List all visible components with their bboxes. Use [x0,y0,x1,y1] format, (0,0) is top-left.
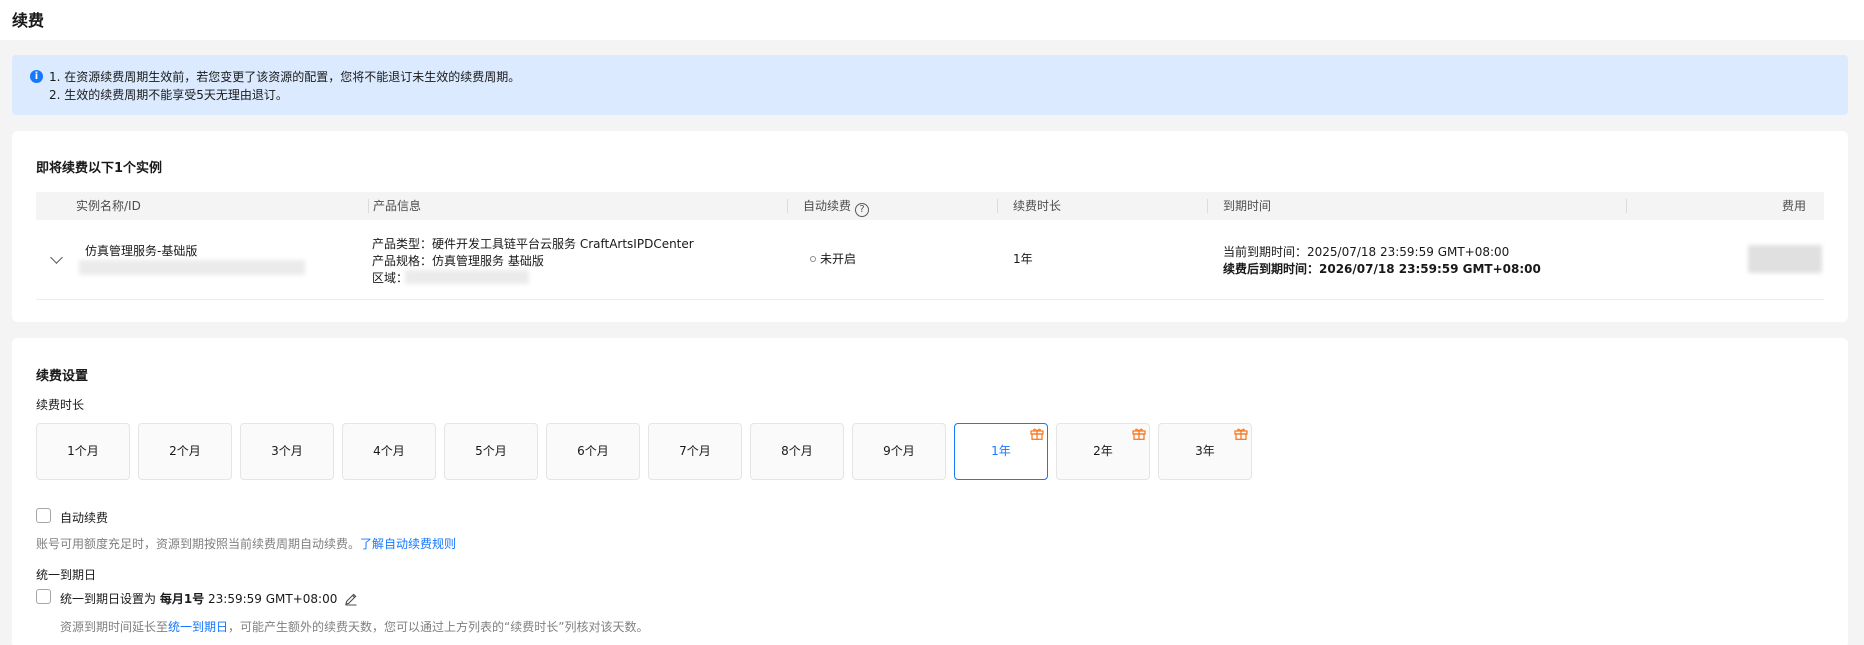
duration-option[interactable]: 3年 [1158,423,1252,480]
instances-title: 即将续费以下1个实例 [36,161,163,176]
duration-option[interactable]: 2年 [1056,423,1150,480]
product-type: 产品类型：硬件开发工具链平台云服务 CraftArtsIPDCenter [372,237,694,251]
unify-day: 每月1号 [159,592,205,606]
page-header: 续费 [0,0,1864,40]
col-divider [1626,199,1627,213]
unify-hint-prefix: 资源到期时间延长至 [60,620,169,634]
duration-option-label: 6个月 [577,444,609,458]
col-auto-renew: 自动续费? [803,192,870,220]
col-divider [787,199,788,213]
settings-card: 续费设置 续费时长 1个月 2个月 3个月 4个月 5个月 6个月 7个月 8个月 9个月 1年 2… [12,338,1848,645]
duration-option[interactable]: 8个月 [750,423,844,480]
unify-section-label: 统一到期日 [36,568,97,582]
unify-hint-suffix: ，可能产生额外的续费天数，您可以通过上方列表的“续费时长”列核对该天数。 [228,620,649,634]
col-divider [997,199,998,213]
duration-option[interactable]: 1年 [954,423,1048,480]
duration-option-label: 2个月 [169,444,201,458]
unify-prefix: 统一到期日设置为 [60,592,157,606]
duration-option-label: 8个月 [781,444,813,458]
table-row: 仿真管理服务-基础版 产品类型：硬件开发工具链平台云服务 CraftArtsIP… [36,220,1824,300]
settings-title: 续费设置 [36,369,89,384]
notice-line-2: 2. 生效的续费周期不能享受5天无理由退订。 [49,88,288,102]
duration-option-label: 7个月 [679,444,711,458]
col-divider [1207,199,1208,213]
col-divider [368,199,369,213]
duration-option-label: 2年 [1093,444,1113,458]
after-expire: 续费后到期时间：2026/07/18 23:59:59 GMT+08:00 [1223,262,1541,276]
duration-option[interactable]: 9个月 [852,423,946,480]
auto-renew-checkbox[interactable] [36,508,51,523]
gift-icon [1132,428,1146,440]
auto-renew-hint: 账号可用额度充足时，资源到期按照当前续费周期自动续费。了解自动续费规则 [36,535,456,552]
col-fee: 费用 [1781,199,1806,213]
info-icon: i [30,70,43,83]
auto-renew-status-text: 未开启 [820,252,857,266]
duration-option-label: 3个月 [271,444,303,458]
auto-renew-hint-text: 账号可用额度充足时，资源到期按照当前续费周期自动续费。 [36,537,361,551]
unify-hint: 资源到期时间延长至统一到期日，可能产生额外的续费天数，您可以通过上方列表的“续费… [60,618,648,635]
duration-option-label: 4个月 [373,444,405,458]
product-spec: 产品规格：仿真管理服务 基础版 [372,254,544,268]
unify-time: 23:59:59 GMT+08:00 [208,592,338,606]
col-auto-renew-label: 自动续费 [803,199,852,213]
current-expire: 当前到期时间：2025/07/18 23:59:59 GMT+08:00 [1223,245,1510,259]
table-header: 实例名称/ID 产品信息 自动续费? 续费时长 到期时间 费用 [36,192,1824,220]
duration-label: 续费时长 [36,398,85,412]
duration-option[interactable]: 3个月 [240,423,334,480]
instances-card: 即将续费以下1个实例 实例名称/ID 产品信息 自动续费? 续费时长 到期时间 … [12,131,1848,322]
col-expire: 到期时间 [1223,199,1272,213]
gift-icon [1234,428,1248,440]
help-icon[interactable]: ? [855,203,870,217]
col-product: 产品信息 [373,199,422,213]
duration-option-label: 1个月 [67,444,99,458]
col-name: 实例名称/ID [76,199,141,213]
unify-checkbox[interactable] [36,589,51,604]
col-duration: 续费时长 [1013,199,1062,213]
duration-option[interactable]: 2个月 [138,423,232,480]
region-label: 区域： [372,271,409,285]
notice-banner: i 1. 在资源续费周期生效前，若您变更了该资源的配置，您将不能退订未生效的续费… [12,55,1848,115]
duration-option[interactable]: 6个月 [546,423,640,480]
expand-chevron-icon[interactable] [50,251,63,264]
fee-redacted [1748,245,1822,273]
unify-date-link[interactable]: 统一到期日 [168,620,228,634]
duration-option[interactable]: 7个月 [648,423,742,480]
notice-line-1: 1. 在资源续费周期生效前，若您变更了该资源的配置，您将不能退订未生效的续费周期… [49,70,521,84]
unify-setting: 统一到期日设置为 每月1号 23:59:59 GMT+08:00 [60,590,358,607]
status-dot-icon [810,256,816,262]
auto-renew-status: 未开启 [810,250,856,267]
page-title: 续费 [12,11,45,30]
row-duration: 1年 [1013,252,1033,266]
duration-option-label: 9个月 [883,444,915,458]
auto-renew-rules-link[interactable]: 了解自动续费规则 [360,537,456,551]
gift-icon [1030,428,1044,440]
instance-name: 仿真管理服务-基础版 [85,244,198,258]
instance-id-redacted [79,260,305,275]
duration-option-label: 3年 [1195,444,1215,458]
edit-icon[interactable] [344,592,358,606]
duration-option[interactable]: 4个月 [342,423,436,480]
duration-option[interactable]: 1个月 [36,423,130,480]
duration-option[interactable]: 5个月 [444,423,538,480]
auto-renew-label: 自动续费 [60,511,109,525]
region-redacted [405,270,529,284]
duration-option-label: 1年 [991,444,1011,458]
duration-option-label: 5个月 [475,444,507,458]
